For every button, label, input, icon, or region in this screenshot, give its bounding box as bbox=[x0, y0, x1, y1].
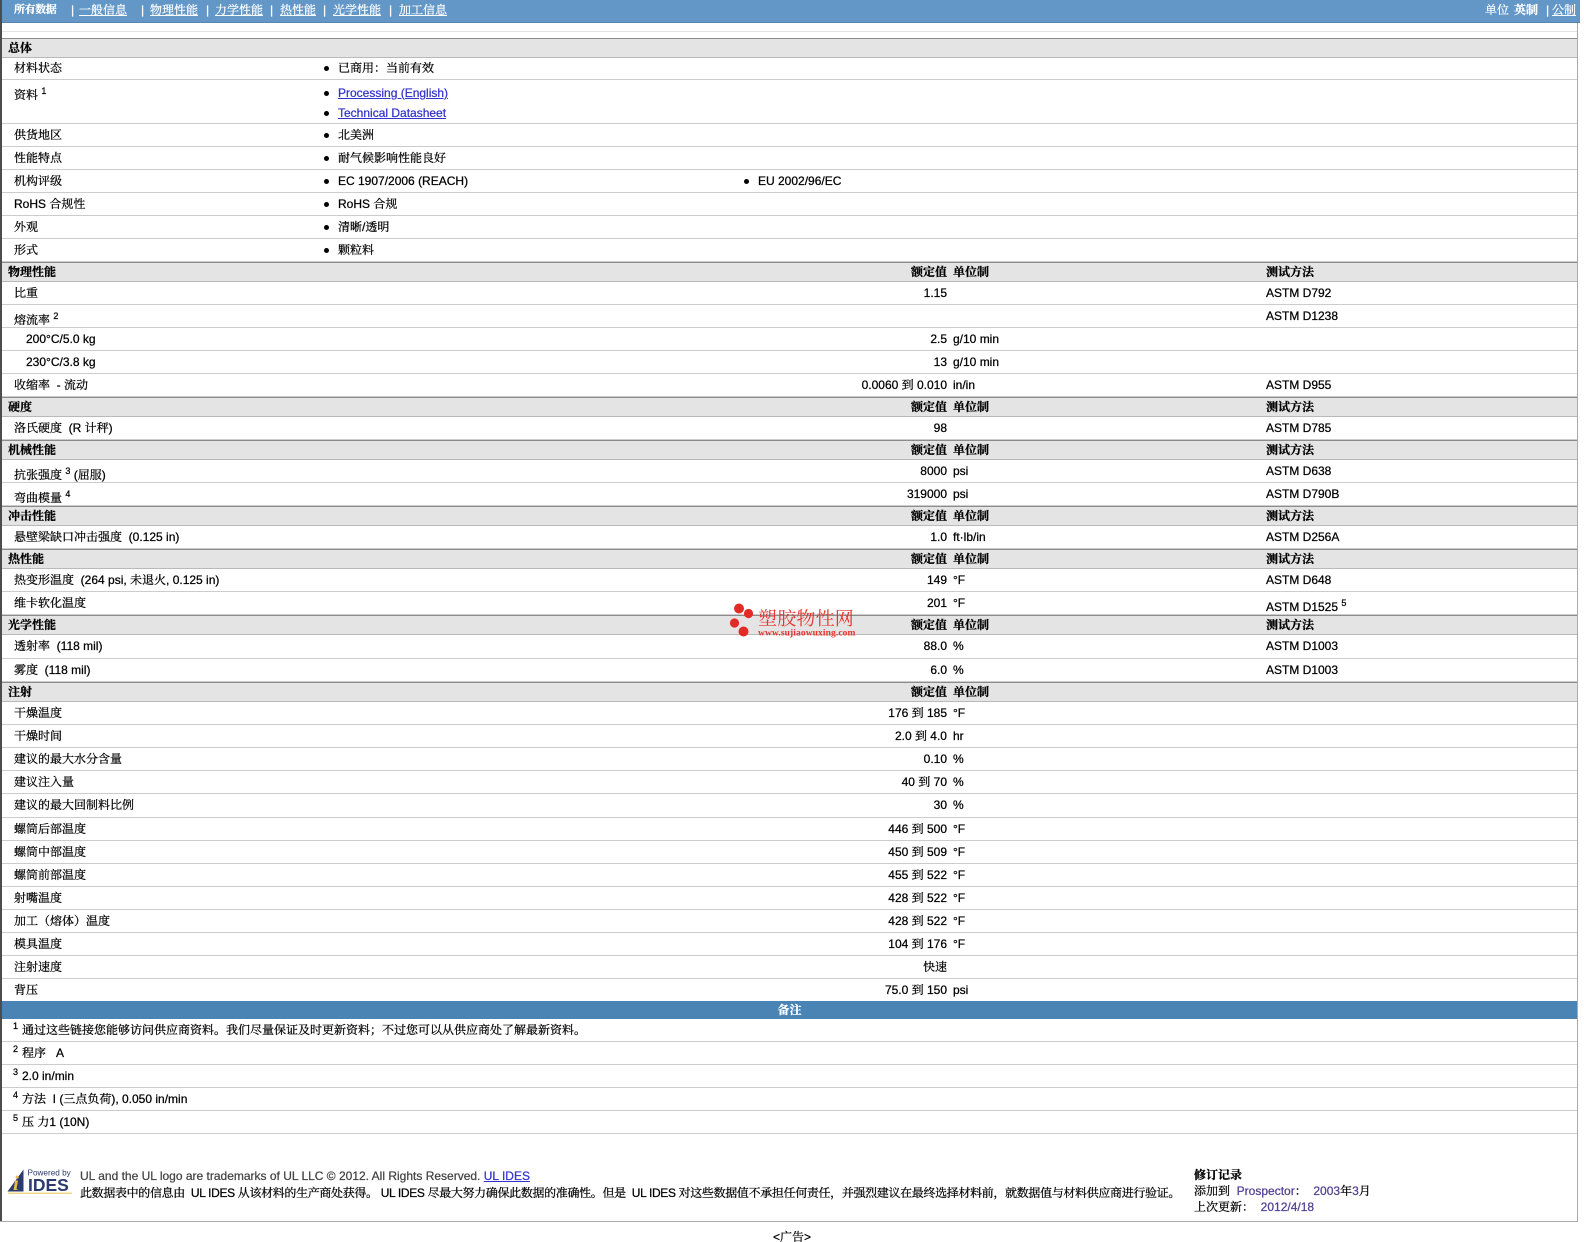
svg-text:IDES: IDES bbox=[28, 1175, 69, 1195]
svg-text:www.sujiaowuxing.com: www.sujiaowuxing.com bbox=[758, 629, 856, 639]
svg-text:塑胶物性网: 塑胶物性网 bbox=[758, 604, 854, 631]
svg-text:i: i bbox=[13, 1171, 19, 1195]
